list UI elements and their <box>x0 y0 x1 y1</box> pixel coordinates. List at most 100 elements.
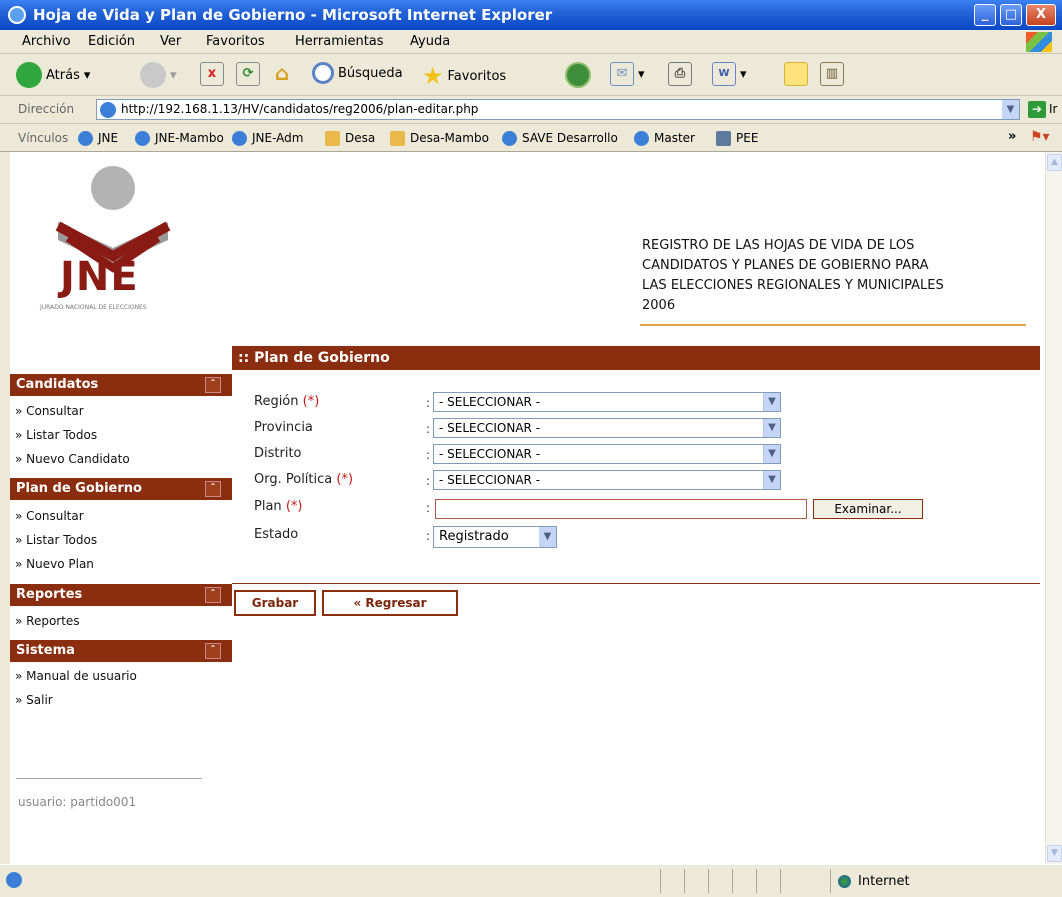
link-desa-mambo[interactable]: Desa-Mambo <box>390 131 489 146</box>
sidebar-item-salir[interactable]: » Salir <box>15 693 53 707</box>
select-value: - SELECCIONAR - <box>439 395 541 409</box>
print-button[interactable]: ⎙ <box>668 62 692 90</box>
link-label: Desa <box>345 131 376 145</box>
link-save-desarrollo[interactable]: SAVE Desarrollo <box>502 131 618 146</box>
folder-icon <box>390 131 405 146</box>
link-jne[interactable]: JNE <box>78 131 118 146</box>
forward-dropdown-icon[interactable]: ▾ <box>170 68 177 83</box>
sidebar-item-listar-planes[interactable]: » Listar Todos <box>15 533 97 547</box>
menu-favoritos[interactable]: Favoritos <box>206 34 265 49</box>
more-links-icon[interactable]: » <box>1008 129 1016 144</box>
dropdown-arrow-icon[interactable]: ▾ <box>84 68 91 83</box>
close-button[interactable]: X <box>1026 4 1056 26</box>
logo-subtext: JURADO NACIONAL DE ELECCIONES <box>40 304 147 311</box>
header-line: 2006 <box>642 298 676 313</box>
edit-dropdown-icon[interactable]: ▾ <box>740 67 747 82</box>
forward-button[interactable]: ▾ <box>140 62 177 90</box>
sidebar-section-plan[interactable]: Plan de Gobierno ˆ <box>10 478 232 500</box>
back-label: Atrás <box>46 67 80 83</box>
required-mark: (*) <box>336 472 354 487</box>
sidebar-section-candidatos[interactable]: Candidatos ˆ <box>10 374 232 396</box>
collapse-icon[interactable]: ˆ <box>205 587 221 603</box>
stop-icon: x <box>200 62 224 86</box>
home-button[interactable]: ⌂ <box>270 62 294 90</box>
scroll-down-icon[interactable]: ▼ <box>1047 845 1062 862</box>
folder-icon <box>325 131 340 146</box>
link-desa[interactable]: Desa <box>325 131 375 146</box>
scroll-up-icon[interactable]: ▲ <box>1047 154 1062 171</box>
ie-page-icon <box>502 131 517 146</box>
plan-label: Plan (*) <box>254 499 302 514</box>
section-title: Reportes <box>16 587 83 602</box>
research-button[interactable]: ▥ <box>820 62 844 90</box>
favorites-button[interactable]: ★ Favoritos <box>422 62 506 90</box>
go-icon[interactable]: ➔ <box>1028 101 1046 118</box>
shortcut-icon <box>716 131 731 146</box>
header-line: CANDIDATOS Y PLANES DE GOBIERNO PARA <box>642 258 929 273</box>
form-heading: :: Plan de Gobierno <box>232 346 1040 370</box>
distrito-select[interactable]: - SELECCIONAR - ▼ <box>433 444 781 464</box>
link-jne-adm[interactable]: JNE-Adm <box>232 131 303 146</box>
link-jne-mambo[interactable]: JNE-Mambo <box>135 131 224 146</box>
minimize-button[interactable]: _ <box>974 4 996 26</box>
address-input[interactable]: http://192.168.1.13/HV/candidatos/reg200… <box>96 99 1020 120</box>
acrobat-icon[interactable]: ⚑▾ <box>1030 129 1050 145</box>
menu-ayuda[interactable]: Ayuda <box>410 34 450 49</box>
jne-logo: JNE JURADO NACIONAL DE ELECCIONES <box>28 164 198 339</box>
link-label: JNE-Mambo <box>155 131 224 145</box>
address-dropdown-icon[interactable]: ▼ <box>1002 100 1019 119</box>
provincia-select[interactable]: - SELECCIONAR - ▼ <box>433 418 781 438</box>
menu-archivo[interactable]: Archivo <box>22 34 71 49</box>
sidebar-item-nuevo-candidato[interactable]: » Nuevo Candidato <box>15 452 130 466</box>
browse-button[interactable]: Examinar... <box>813 499 923 519</box>
go-button[interactable]: Ir <box>1049 102 1057 116</box>
select-value: - SELECCIONAR - <box>439 421 541 435</box>
sidebar-item-nuevo-plan[interactable]: » Nuevo Plan <box>15 557 94 571</box>
menu-herramientas[interactable]: Herramientas <box>295 34 384 49</box>
plan-file-input[interactable] <box>435 499 807 519</box>
status-divider <box>756 869 757 893</box>
status-divider <box>780 869 781 893</box>
collapse-icon[interactable]: ˆ <box>205 643 221 659</box>
estado-select[interactable]: Registrado ▼ <box>433 526 557 548</box>
sidebar-item-listar-candidatos[interactable]: » Listar Todos <box>15 428 97 442</box>
back-button[interactable]: Atrás ▾ <box>16 62 90 90</box>
region-label: Región (*) <box>254 394 319 409</box>
refresh-button[interactable]: ⟳ <box>236 62 260 90</box>
page-header: REGISTRO DE LAS HOJAS DE VIDA DE LOS CAN… <box>642 236 1042 316</box>
sidebar-item-reportes[interactable]: » Reportes <box>15 614 80 628</box>
mail-button[interactable]: ✉ ▾ <box>610 62 645 90</box>
menu-edicion[interactable]: Edición <box>88 34 135 49</box>
link-master[interactable]: Master <box>634 131 695 146</box>
region-select[interactable]: - SELECCIONAR - ▼ <box>433 392 781 412</box>
label-text: Región <box>254 394 299 409</box>
link-label: JNE-Adm <box>252 131 304 145</box>
mail-dropdown-icon[interactable]: ▾ <box>638 67 645 82</box>
save-button[interactable]: Grabar <box>234 590 316 616</box>
maximize-button[interactable]: □ <box>1000 4 1022 26</box>
ie-page-icon <box>634 131 649 146</box>
page-content: JNE JURADO NACIONAL DE ELECCIONES REGIST… <box>10 152 1045 864</box>
section-title: Plan de Gobierno <box>16 481 142 496</box>
history-button[interactable] <box>565 62 591 90</box>
sidebar-item-consultar-plan[interactable]: » Consultar <box>15 509 84 523</box>
stop-button[interactable]: x <box>200 62 224 90</box>
search-button[interactable]: Búsqueda <box>312 62 403 90</box>
sidebar-item-consultar-candidatos[interactable]: » Consultar <box>15 404 84 418</box>
label-text: Plan <box>254 499 282 514</box>
back-link-button[interactable]: « Regresar <box>322 590 458 616</box>
sidebar-section-reportes[interactable]: Reportes ˆ <box>10 584 232 606</box>
collapse-icon[interactable]: ˆ <box>205 481 221 497</box>
sidebar-section-sistema[interactable]: Sistema ˆ <box>10 640 232 662</box>
menu-ver[interactable]: Ver <box>160 34 181 49</box>
edit-button[interactable]: W ▾ <box>712 62 747 90</box>
status-divider <box>732 869 733 893</box>
collapse-icon[interactable]: ˆ <box>205 377 221 393</box>
link-label: SAVE Desarrollo <box>522 131 618 145</box>
sidebar-item-manual[interactable]: » Manual de usuario <box>15 669 137 683</box>
required-mark: (*) <box>302 394 320 409</box>
vertical-scrollbar[interactable]: ▲ ▼ <box>1045 152 1062 864</box>
discuss-button[interactable] <box>784 62 808 90</box>
link-pee[interactable]: PEE <box>716 131 758 146</box>
org-politica-select[interactable]: - SELECCIONAR - ▼ <box>433 470 781 490</box>
